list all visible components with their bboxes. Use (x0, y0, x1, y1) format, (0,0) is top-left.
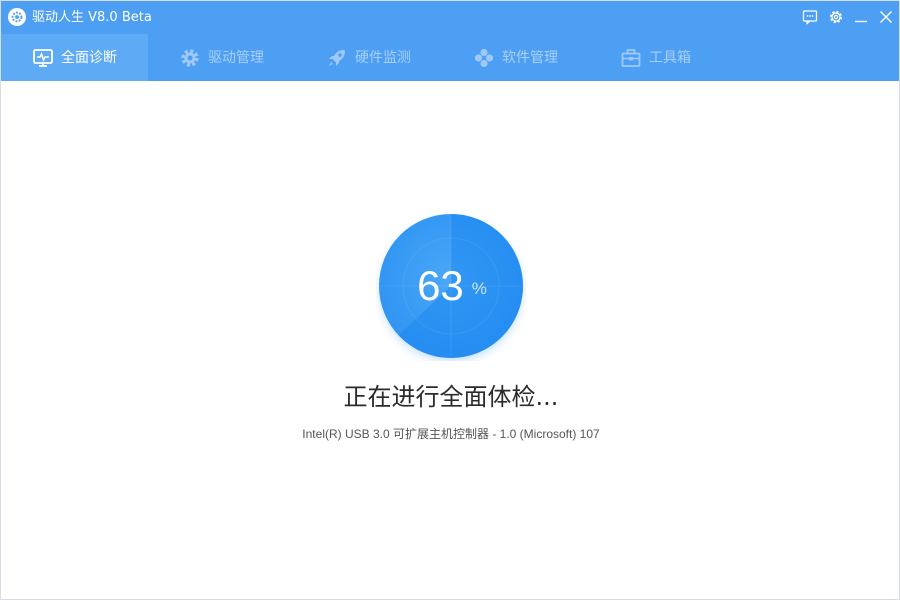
progress-ring (376, 211, 526, 361)
tab-software-management[interactable]: 软件管理 (442, 34, 589, 81)
tab-label: 硬件监测 (355, 49, 411, 66)
monitor-pulse-icon (31, 46, 55, 70)
minimize-icon[interactable] (850, 7, 872, 27)
title-bar: 驱动人生 V8.0 Beta (1, 1, 899, 34)
tab-label: 软件管理 (502, 49, 558, 66)
diagnosis-panel: 63 % 正在进行全面体检... Intel(R) USB 3.0 可扩展主机控… (1, 81, 899, 599)
scan-status-detail: Intel(R) USB 3.0 可扩展主机控制器 - 1.0 (Microso… (302, 427, 600, 441)
toolbox-icon (619, 46, 643, 70)
gear-logo-icon (8, 8, 26, 26)
scan-status-title: 正在进行全面体检... (343, 383, 559, 411)
close-icon[interactable] (875, 7, 897, 27)
tab-label: 驱动管理 (208, 49, 264, 66)
tab-hardware-monitor[interactable]: 硬件监测 (295, 34, 442, 81)
flower-icon (472, 46, 496, 70)
tab-label: 工具箱 (649, 49, 691, 66)
main-nav: 全面诊断 驱动管理 硬件监测 软件管理 工具箱 (1, 34, 899, 81)
header-bar: 驱动人生 V8.0 Beta 全面诊断 驱动管理 硬件监测 软件管理 工具箱 (1, 1, 899, 81)
app-title: 驱动人生 V8.0 Beta (32, 10, 152, 25)
feedback-icon[interactable] (799, 7, 821, 27)
rocket-icon (325, 46, 349, 70)
tab-driver-management[interactable]: 驱动管理 (148, 34, 295, 81)
tab-label: 全面诊断 (61, 49, 117, 66)
gear-icon (178, 46, 202, 70)
tab-toolbox[interactable]: 工具箱 (589, 34, 736, 81)
app-window: 驱动人生 V8.0 Beta 全面诊断 驱动管理 硬件监测 软件管理 工具箱 6… (0, 0, 900, 600)
tab-full-diagnosis[interactable]: 全面诊断 (1, 34, 148, 81)
settings-icon[interactable] (825, 7, 847, 27)
